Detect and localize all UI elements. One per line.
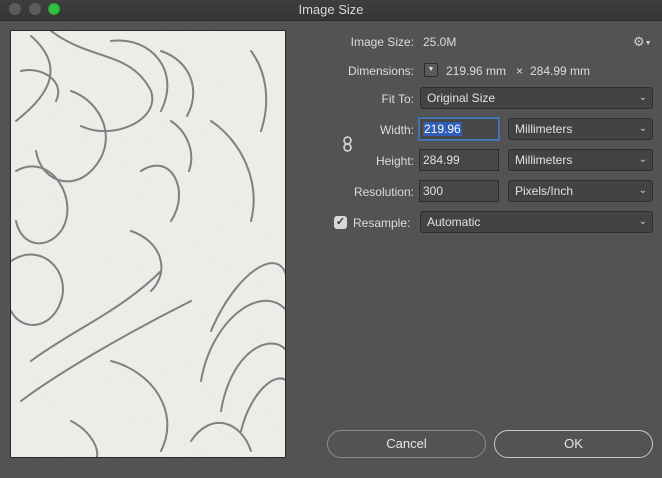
dimensions-width-value: 219.96 mm (446, 64, 507, 78)
resolution-input[interactable]: 300 (419, 180, 499, 202)
ok-button[interactable]: OK (494, 430, 653, 458)
fit-to-value: Original Size (427, 91, 496, 105)
dimensions-height-value: 284.99 mm (530, 64, 591, 78)
pencil-sketch-image (11, 31, 285, 457)
resample-value: Automatic (427, 215, 481, 229)
dimensions-label: Dimensions: (347, 64, 414, 78)
resample-select[interactable]: Automatic ⌄ (420, 211, 653, 233)
resolution-unit-value: Pixels/Inch (515, 184, 574, 198)
title-bar: Image Size (0, 0, 662, 21)
chevron-down-icon: ⌄ (638, 92, 647, 103)
dimensions-separator: × (516, 64, 524, 78)
chevron-down-icon: ⌄ (638, 185, 647, 196)
height-unit-value: Millimeters (515, 153, 573, 167)
resample-label: Resample: (353, 216, 411, 230)
zoom-window-button[interactable] (48, 3, 60, 15)
fit-to-select[interactable]: Original Size ⌄ (420, 87, 653, 109)
cancel-button[interactable]: Cancel (327, 430, 486, 458)
chevron-down-icon: ▼ (427, 66, 435, 73)
resolution-value: 300 (423, 184, 444, 198)
window-title: Image Size (298, 2, 364, 17)
width-input[interactable]: 219.96 (419, 118, 499, 140)
dimensions-unit-toggle[interactable]: ▼ (424, 63, 438, 77)
link-icon[interactable] (342, 136, 354, 152)
resample-checkbox[interactable]: ✓ (334, 216, 347, 229)
width-label: Width: (379, 123, 414, 137)
height-input[interactable]: 284.99 (419, 149, 499, 171)
close-window-button[interactable] (9, 3, 21, 15)
width-unit-value: Millimeters (515, 122, 573, 136)
image-preview[interactable] (10, 30, 286, 458)
image-size-value: 25.0M (423, 35, 457, 49)
resolution-unit-select[interactable]: Pixels/Inch ⌄ (508, 180, 653, 202)
chevron-down-icon: ⌄ (638, 216, 647, 227)
width-unit-select[interactable]: Millimeters ⌄ (508, 118, 653, 140)
minimize-window-button[interactable] (29, 3, 41, 15)
fit-to-label: Fit To: (381, 92, 414, 106)
height-label: Height: (375, 154, 414, 168)
resolution-label: Resolution: (353, 185, 414, 199)
height-unit-select[interactable]: Millimeters ⌄ (508, 149, 653, 171)
width-value: 219.96 (423, 122, 462, 136)
chevron-down-icon: ▼ (644, 40, 652, 47)
gear-icon[interactable]: ⚙▼ (633, 34, 652, 50)
checkmark-icon: ✓ (335, 216, 346, 228)
image-size-label: Image Size: (350, 35, 414, 49)
height-value: 284.99 (423, 153, 460, 167)
chevron-down-icon: ⌄ (638, 123, 647, 134)
chevron-down-icon: ⌄ (638, 154, 647, 165)
